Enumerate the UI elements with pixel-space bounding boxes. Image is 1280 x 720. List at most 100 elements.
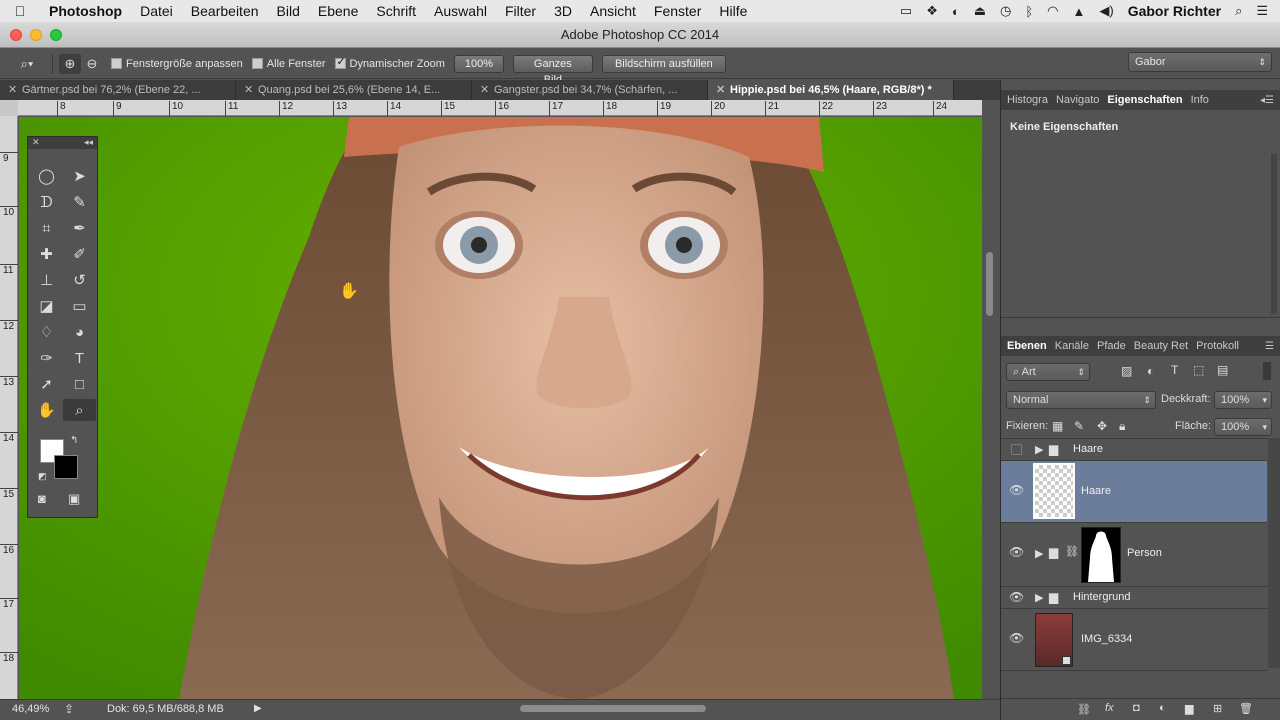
dynamic-zoom-check-icon[interactable] bbox=[334, 55, 346, 69]
eject-icon[interactable]: ▲ bbox=[1073, 4, 1086, 19]
new-group-icon[interactable]: ▆ bbox=[1185, 702, 1193, 715]
filter-toggle[interactable] bbox=[1263, 362, 1271, 380]
close-tab-icon[interactable]: ✕ bbox=[244, 80, 253, 100]
layer-mask-thumbnail[interactable] bbox=[1081, 527, 1121, 583]
layer-name[interactable]: Person bbox=[1127, 547, 1162, 559]
share-icon[interactable]: ⇪ bbox=[64, 702, 74, 716]
menu-schrift[interactable]: Schrift bbox=[367, 3, 425, 19]
tab-gangster[interactable]: ✕ Gangster.psd bei 34,7% (Schärfen, ... bbox=[472, 80, 708, 100]
lasso-tool-icon[interactable]: ᗪ bbox=[30, 191, 63, 213]
link-layers-icon[interactable]: ⛓︎ bbox=[1077, 703, 1091, 716]
menu-ansicht[interactable]: Ansicht bbox=[581, 3, 645, 19]
layer-row-haare-group[interactable]: ▶ ▆ Haare bbox=[1001, 439, 1267, 461]
menu-fenster[interactable]: Fenster bbox=[645, 3, 710, 19]
pen-tool-icon[interactable]: ✑ bbox=[30, 347, 63, 369]
vertical-scroll-thumb[interactable] bbox=[986, 252, 993, 316]
vertical-ruler[interactable]: 9 10 11 12 13 14 15 16 17 18 bbox=[0, 116, 18, 699]
layer-row-person[interactable]: 👁︎ ▶ ▆ ⛓︎ Person bbox=[1001, 523, 1267, 587]
tab-info[interactable]: Info bbox=[1191, 94, 1209, 106]
volume-icon[interactable]: ◀) bbox=[1099, 3, 1113, 19]
path-selection-icon[interactable]: ➚ bbox=[30, 373, 63, 395]
wifi-icon[interactable]: ◠ bbox=[1047, 3, 1058, 19]
delete-layer-icon[interactable]: 🗑︎ bbox=[1239, 702, 1253, 715]
quick-mask-icon[interactable]: ◙ bbox=[38, 491, 46, 506]
add-mask-icon[interactable]: ◘ bbox=[1133, 702, 1140, 714]
crop-tool-icon[interactable]: ⌗ bbox=[30, 217, 63, 239]
blend-mode-select[interactable]: Normal ⇕ bbox=[1006, 391, 1156, 409]
hand-tool-icon[interactable]: ✋ bbox=[30, 399, 63, 421]
background-color-swatch[interactable] bbox=[54, 455, 78, 479]
resize-window-check-icon[interactable] bbox=[111, 58, 122, 69]
zoom-in-icon[interactable]: ⊕ bbox=[59, 53, 81, 74]
tab-properties[interactable]: Eigenschaften bbox=[1107, 94, 1182, 106]
layer-name[interactable]: Haare bbox=[1081, 485, 1111, 497]
status-menu-arrow-icon[interactable]: ▶ bbox=[254, 703, 262, 714]
workspace-select[interactable]: Gabor ⇕ bbox=[1128, 52, 1272, 72]
lock-position-icon[interactable]: ✥ bbox=[1097, 419, 1107, 433]
layer-name[interactable]: IMG_6334 bbox=[1081, 633, 1132, 645]
tab-history[interactable]: Protokoll bbox=[1196, 340, 1239, 352]
zoom-100-button[interactable]: 100% bbox=[453, 54, 504, 73]
lock-all-icon[interactable]: 🔒︎ bbox=[1119, 419, 1125, 434]
fit-screen-button[interactable]: Ganzes Bild bbox=[512, 54, 593, 86]
all-windows-check-icon[interactable] bbox=[251, 58, 263, 69]
spotlight-search-icon[interactable]: ⌕ bbox=[1235, 3, 1242, 19]
layer-name[interactable]: Haare bbox=[1073, 443, 1103, 455]
horizontal-ruler[interactable]: 8 9 10 11 12 13 14 15 16 17 18 19 20 21 … bbox=[18, 100, 982, 116]
tab-navigator[interactable]: Navigato bbox=[1056, 94, 1099, 106]
visibility-eye-icon[interactable]: 👁︎ bbox=[1009, 631, 1024, 645]
ruler-corner[interactable] bbox=[0, 100, 18, 116]
close-window-icon[interactable] bbox=[10, 29, 22, 41]
mask-link-icon[interactable]: ⛓︎ bbox=[1065, 545, 1079, 558]
vertical-scrollbar[interactable] bbox=[982, 100, 1000, 699]
swap-colors-icon[interactable]: ↰ bbox=[70, 435, 78, 446]
opacity-field[interactable]: 100% ▾ bbox=[1214, 391, 1272, 409]
move-tool-icon[interactable]: ➤ bbox=[63, 165, 96, 187]
filter-type-icon[interactable]: T bbox=[1171, 363, 1178, 377]
visibility-off-icon[interactable] bbox=[1011, 444, 1022, 455]
document-canvas[interactable]: ✋ bbox=[19, 117, 982, 699]
type-tool-icon[interactable]: T bbox=[63, 347, 96, 369]
airplay-icon[interactable]: ⏏ bbox=[974, 3, 986, 19]
new-layer-icon[interactable]: ⊞ bbox=[1213, 702, 1222, 715]
close-tab-icon[interactable]: ✕ bbox=[480, 80, 489, 100]
visibility-eye-icon[interactable]: 👁︎ bbox=[1009, 483, 1024, 497]
tab-layers[interactable]: Ebenen bbox=[1007, 340, 1047, 352]
dynamic-zoom-checkbox[interactable]: Dynamischer Zoom bbox=[334, 55, 445, 70]
layer-name[interactable]: Hintergrund bbox=[1073, 591, 1130, 603]
resize-window-checkbox[interactable]: Fenstergröße anpassen bbox=[111, 58, 243, 70]
filter-smart-object-icon[interactable]: ▤ bbox=[1217, 363, 1228, 377]
tab-beauty-retouch[interactable]: Beauty Ret bbox=[1134, 340, 1188, 352]
elliptical-marquee-icon[interactable]: ◯ bbox=[30, 165, 63, 187]
zoom-tool-preset-icon[interactable]: ⌕▾ bbox=[8, 54, 46, 74]
zoom-tool-icon[interactable]: ⌕ bbox=[63, 399, 96, 421]
lock-transparent-icon[interactable]: ▦ bbox=[1052, 419, 1063, 433]
collapse-panel-icon[interactable]: ◂◂ bbox=[84, 137, 93, 148]
dropbox-icon[interactable]: ❖ bbox=[926, 3, 938, 19]
notification-list-icon[interactable]: ☰ bbox=[1256, 3, 1268, 19]
lock-pixels-icon[interactable]: ✎ bbox=[1074, 419, 1084, 433]
horizontal-scroll-thumb[interactable] bbox=[520, 705, 706, 712]
menu-bild[interactable]: Bild bbox=[268, 3, 309, 19]
screen-mode-icon[interactable]: ▣ bbox=[68, 491, 80, 507]
tab-histogram[interactable]: Histogra bbox=[1007, 94, 1048, 106]
menu-3d[interactable]: 3D bbox=[545, 3, 581, 19]
tab-quang[interactable]: ✕ Quang.psd bei 25,6% (Ebene 14, E... bbox=[236, 80, 472, 100]
zoom-out-icon[interactable]: ⊖ bbox=[81, 54, 103, 74]
menu-bearbeiten[interactable]: Bearbeiten bbox=[182, 3, 268, 19]
bluetooth-icon[interactable]: ᛒ bbox=[1025, 4, 1033, 19]
gradient-tool-icon[interactable]: ▭ bbox=[63, 295, 96, 317]
blur-tool-icon[interactable]: ♢ bbox=[30, 321, 63, 343]
all-windows-checkbox[interactable]: Alle Fenster bbox=[251, 58, 326, 70]
quick-selection-icon[interactable]: ✎ bbox=[63, 191, 96, 213]
tab-hippie[interactable]: ✕ Hippie.psd bei 46,5% (Haare, RGB/8*) * bbox=[708, 80, 954, 100]
layer-style-fx-icon[interactable]: fx bbox=[1105, 702, 1114, 714]
menu-hilfe[interactable]: Hilfe bbox=[710, 3, 756, 19]
panel-menu-icon[interactable]: ☰ bbox=[1265, 341, 1274, 352]
close-tab-icon[interactable]: ✕ bbox=[716, 80, 725, 100]
tab-channels[interactable]: Kanäle bbox=[1055, 340, 1089, 352]
layer-row-img-6334[interactable]: 👁︎ IMG_6334 bbox=[1001, 609, 1267, 671]
clone-stamp-icon[interactable]: ⊥ bbox=[30, 269, 63, 291]
menu-datei[interactable]: Datei bbox=[131, 3, 182, 19]
properties-scrollbar[interactable] bbox=[1271, 154, 1277, 314]
